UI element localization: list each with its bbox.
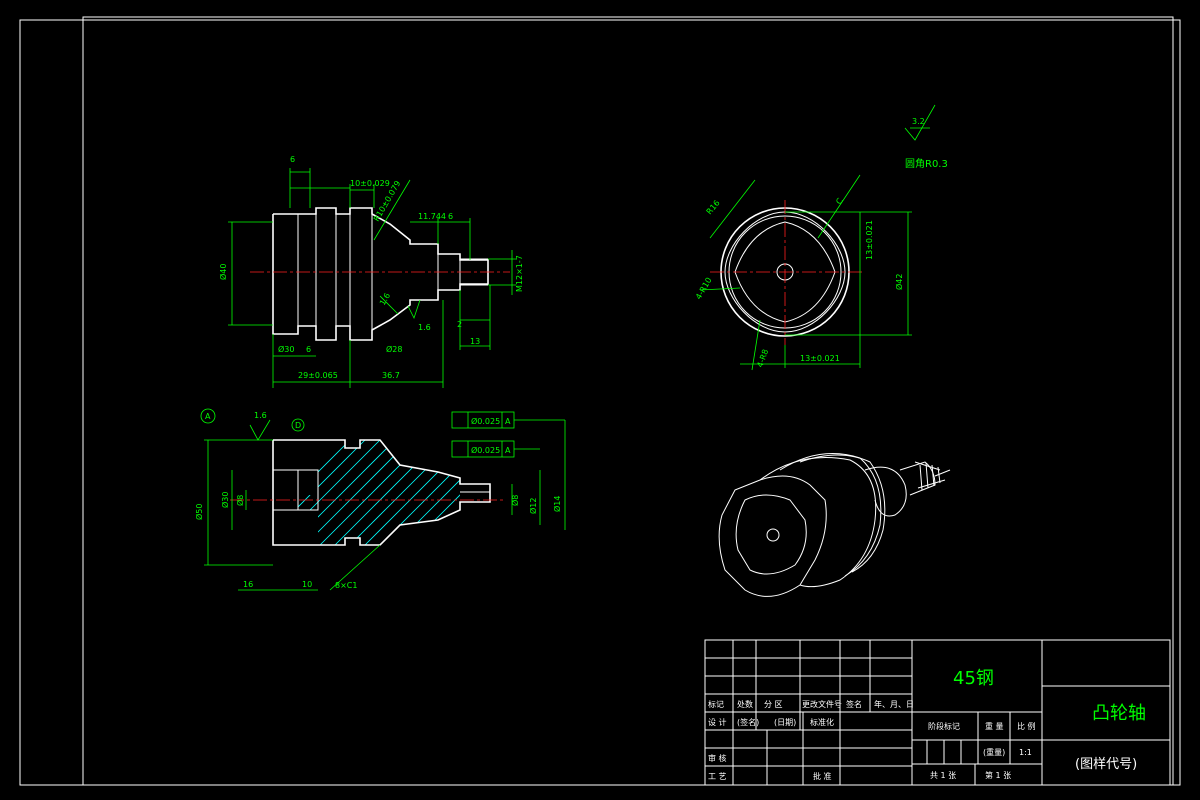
dim-text: Ø28 — [386, 344, 402, 354]
dim-text: 13±0.021 — [800, 354, 840, 363]
header-cell: 分 区 — [764, 700, 783, 709]
iso-flange-1 — [759, 457, 877, 588]
end-view: R16 C 13±0.021 Ø42 13±0.021 4-R10 4-R8 3… — [694, 104, 948, 371]
header-cell: 更改文件号 — [802, 699, 842, 709]
iso-thread — [914, 461, 946, 491]
approve-label: 批 准 — [813, 771, 832, 781]
iso-neck — [864, 466, 907, 517]
material-text: 45钢 — [953, 668, 994, 689]
dim-text: Ø8 — [510, 495, 520, 506]
dim-text: 11.744 — [418, 212, 446, 221]
review-label: 审 核 — [708, 753, 727, 763]
fillet-note: 圆角R0.3 — [905, 158, 948, 170]
stage-label: 阶段标记 — [928, 721, 960, 731]
tolerance-value-1: Ø0.025 — [471, 416, 500, 426]
drawing-border — [82, 16, 1174, 786]
dim-text: 6 — [448, 212, 453, 221]
header-cell: 签名 — [846, 699, 862, 709]
design-date: (日期) — [774, 718, 796, 727]
front-view: Ø40 10±0.029 R10±0.079 11.744 6 M12×1-7 … — [218, 155, 524, 388]
dim-text: 6 — [306, 345, 311, 354]
dim-text: 1.6 — [418, 323, 431, 332]
front-body-outline — [272, 207, 489, 341]
dim-text: Ø12 — [528, 498, 538, 514]
design-sign: (签名) — [737, 717, 759, 727]
section-view: A D 1.6 Ø0.025 A Ø0.025 A Ø50 Ø30 Ø8 Ø8 … — [194, 408, 566, 591]
dim-text: Ø14 — [552, 496, 562, 512]
dim-text: Ø50 — [194, 504, 204, 520]
tolerance-datum-1: A — [505, 417, 511, 426]
iso-axis — [934, 469, 951, 477]
scale-label: 比 例 — [1017, 721, 1036, 731]
dim-text: 29±0.065 — [298, 371, 338, 380]
isometric-view — [718, 453, 951, 597]
header-cell: 年、月、日 — [874, 699, 914, 709]
dim-text: C — [834, 196, 845, 206]
tolerance-datum-2: A — [505, 446, 511, 455]
dim-text: 8×C1 — [335, 581, 357, 590]
header-cell: 处数 — [737, 699, 753, 709]
iso-cam-head — [718, 475, 827, 597]
weight-label: 重 量 — [985, 721, 1004, 731]
weight-value: (重量) — [983, 747, 1005, 757]
dim-text: Ø30 — [278, 344, 294, 354]
dim-text: 1.6 — [378, 291, 392, 307]
outer-frame — [19, 19, 1181, 786]
dim-text: 10±0.029 — [350, 179, 390, 188]
dim-text: 10 — [302, 580, 312, 589]
section-roughness: 1.6 — [254, 411, 267, 420]
standardization-label: 标准化 — [810, 717, 834, 727]
leader-line — [817, 174, 861, 239]
dim-text: Ø40 — [218, 264, 228, 280]
dim-text: 16 — [243, 580, 253, 589]
dim-text: 13±0.021 — [865, 220, 874, 260]
section-bore — [273, 469, 319, 511]
header-cell: 标记 — [708, 699, 724, 709]
dim-text: Ø42 — [894, 274, 904, 290]
drawing-code: (图样代号) — [1075, 757, 1137, 772]
iso-center-hole — [766, 528, 780, 542]
dim-text: 4-R10 — [694, 276, 714, 301]
design-label: 设 计 — [708, 717, 727, 727]
iso-flange-2 — [779, 453, 882, 577]
section-outline — [272, 439, 491, 546]
part-name: 凸轮轴 — [1092, 703, 1146, 724]
dim-text: 4-R8 — [755, 348, 770, 369]
dim-text: Ø8 — [235, 495, 245, 506]
dim-text: 6 — [290, 155, 295, 164]
roughness-symbol — [249, 419, 271, 441]
iso-cam-face — [735, 494, 807, 575]
end-roughness: 3.2 — [912, 117, 925, 126]
tolerance-value-2: Ø0.025 — [471, 445, 500, 455]
cad-drawing-canvas: Ø40 10±0.029 R10±0.079 11.744 6 M12×1-7 … — [19, 16, 1181, 786]
sheet-number: 第 1 张 — [985, 770, 1011, 780]
dim-text: M12×1-7 — [515, 255, 524, 292]
dim-text: 13 — [470, 337, 480, 346]
dim-text: 36.7 — [382, 371, 400, 380]
datum-a-label: A — [205, 412, 211, 421]
process-label: 工 艺 — [708, 772, 727, 781]
scale-value: 1:1 — [1019, 748, 1032, 757]
dim-text: Ø30 — [220, 492, 230, 508]
dim-text: 2 — [457, 320, 462, 329]
dim-text: R16 — [705, 198, 722, 216]
sheets-total: 共 1 张 — [930, 771, 956, 780]
datum-d-label: D — [295, 421, 301, 430]
